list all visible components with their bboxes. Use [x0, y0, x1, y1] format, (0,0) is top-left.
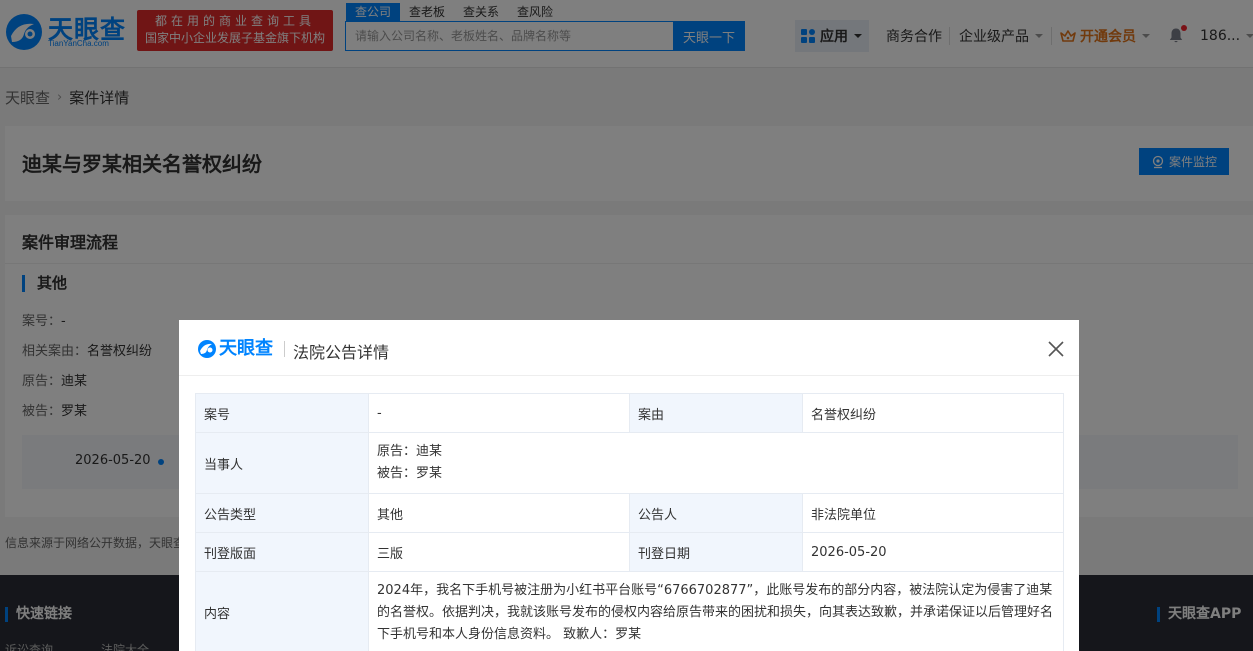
party-defendant: 被告：罗某 — [377, 466, 443, 481]
cause-label: 案由 — [629, 393, 803, 433]
publish-date-label: 刊登日期 — [629, 532, 803, 572]
notice-type-label: 公告类型 — [195, 493, 369, 533]
case-no-label: 案号 — [195, 393, 369, 433]
content-label: 内容 — [195, 571, 369, 651]
modal-logo: 天眼查 — [197, 338, 279, 360]
modal-title: 法院公告详情 — [293, 343, 390, 362]
publish-date-value: 2026-05-20 — [802, 532, 1064, 572]
parties-value: 原告：迪某 被告：罗某 — [368, 432, 1064, 494]
table-row: 案号 - 案由 名誉权纠纷 — [195, 393, 1064, 433]
notice-detail-table: 案号 - 案由 名誉权纠纷 当事人 原告：迪某 被告：罗某 公告类型 其他 公告… — [195, 393, 1064, 651]
publisher-label: 公告人 — [629, 493, 803, 533]
case-no-value: - — [368, 393, 630, 433]
layout-label: 刊登版面 — [195, 532, 369, 572]
layout-value: 三版 — [368, 532, 630, 572]
modal-header-divider — [284, 341, 285, 357]
content-cell: 2024年，我名下手机号被注册为小红书平台账号“6766702877”，此账号发… — [368, 571, 1064, 651]
table-row: 当事人 原告：迪某 被告：罗某 — [195, 432, 1064, 494]
court-notice-modal: 天眼查 法院公告详情 案号 - 案由 名誉权纠纷 当事人 原告：迪某 被告：罗某… — [179, 320, 1079, 651]
parties-label: 当事人 — [195, 432, 369, 494]
close-icon[interactable] — [1045, 338, 1067, 360]
table-row: 刊登版面 三版 刊登日期 2026-05-20 — [195, 532, 1064, 572]
logo-swirl-icon — [198, 340, 216, 358]
table-row: 公告类型 其他 公告人 非法院单位 — [195, 493, 1064, 533]
party-plaintiff: 原告：迪某 — [377, 444, 443, 459]
notice-type-value: 其他 — [368, 493, 630, 533]
table-row: 内容 2024年，我名下手机号被注册为小红书平台账号“6766702877”，此… — [195, 571, 1064, 651]
content-value: 2024年，我名下手机号被注册为小红书平台账号“6766702877”，此账号发… — [377, 582, 1054, 642]
cause-value: 名誉权纠纷 — [802, 393, 1064, 433]
modal-logo-text: 天眼查 — [219, 338, 273, 359]
modal-header: 天眼查 法院公告详情 — [179, 320, 1079, 376]
publisher-value: 非法院单位 — [802, 493, 1064, 533]
